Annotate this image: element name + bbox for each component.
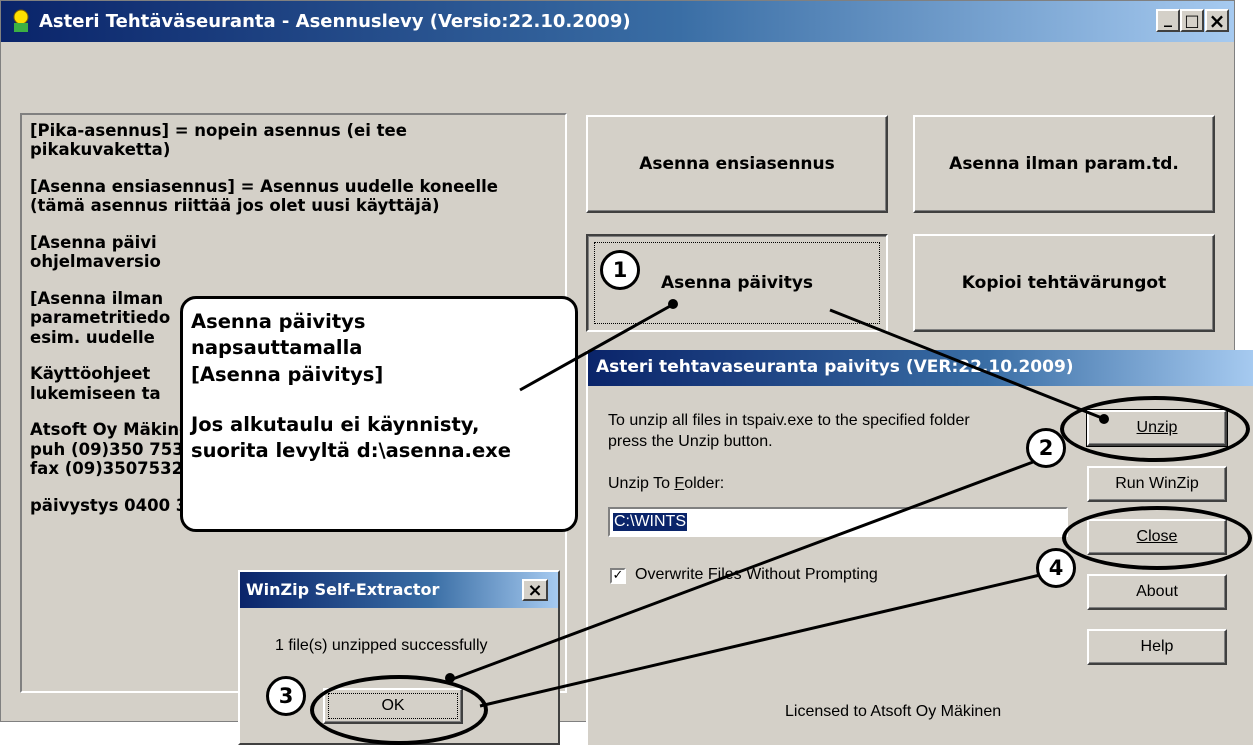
callout-pointer-line	[519, 303, 673, 392]
unzip-highlight-ellipse	[1060, 396, 1250, 462]
step-2-marker: 2	[1026, 428, 1066, 468]
step2-to-3-line	[449, 460, 1034, 682]
annotation-lines	[445, 299, 1109, 708]
step-3-marker: 3	[266, 676, 306, 716]
close-highlight-ellipse	[1062, 506, 1252, 570]
step4-to-ok-line	[479, 573, 1041, 708]
step-1-marker: 1	[600, 250, 640, 290]
ok-highlight-ellipse	[310, 675, 488, 745]
arrow-to-unzip-line	[829, 308, 1103, 420]
pointer-dot-1	[668, 299, 678, 309]
step-4-marker: 4	[1036, 548, 1076, 588]
